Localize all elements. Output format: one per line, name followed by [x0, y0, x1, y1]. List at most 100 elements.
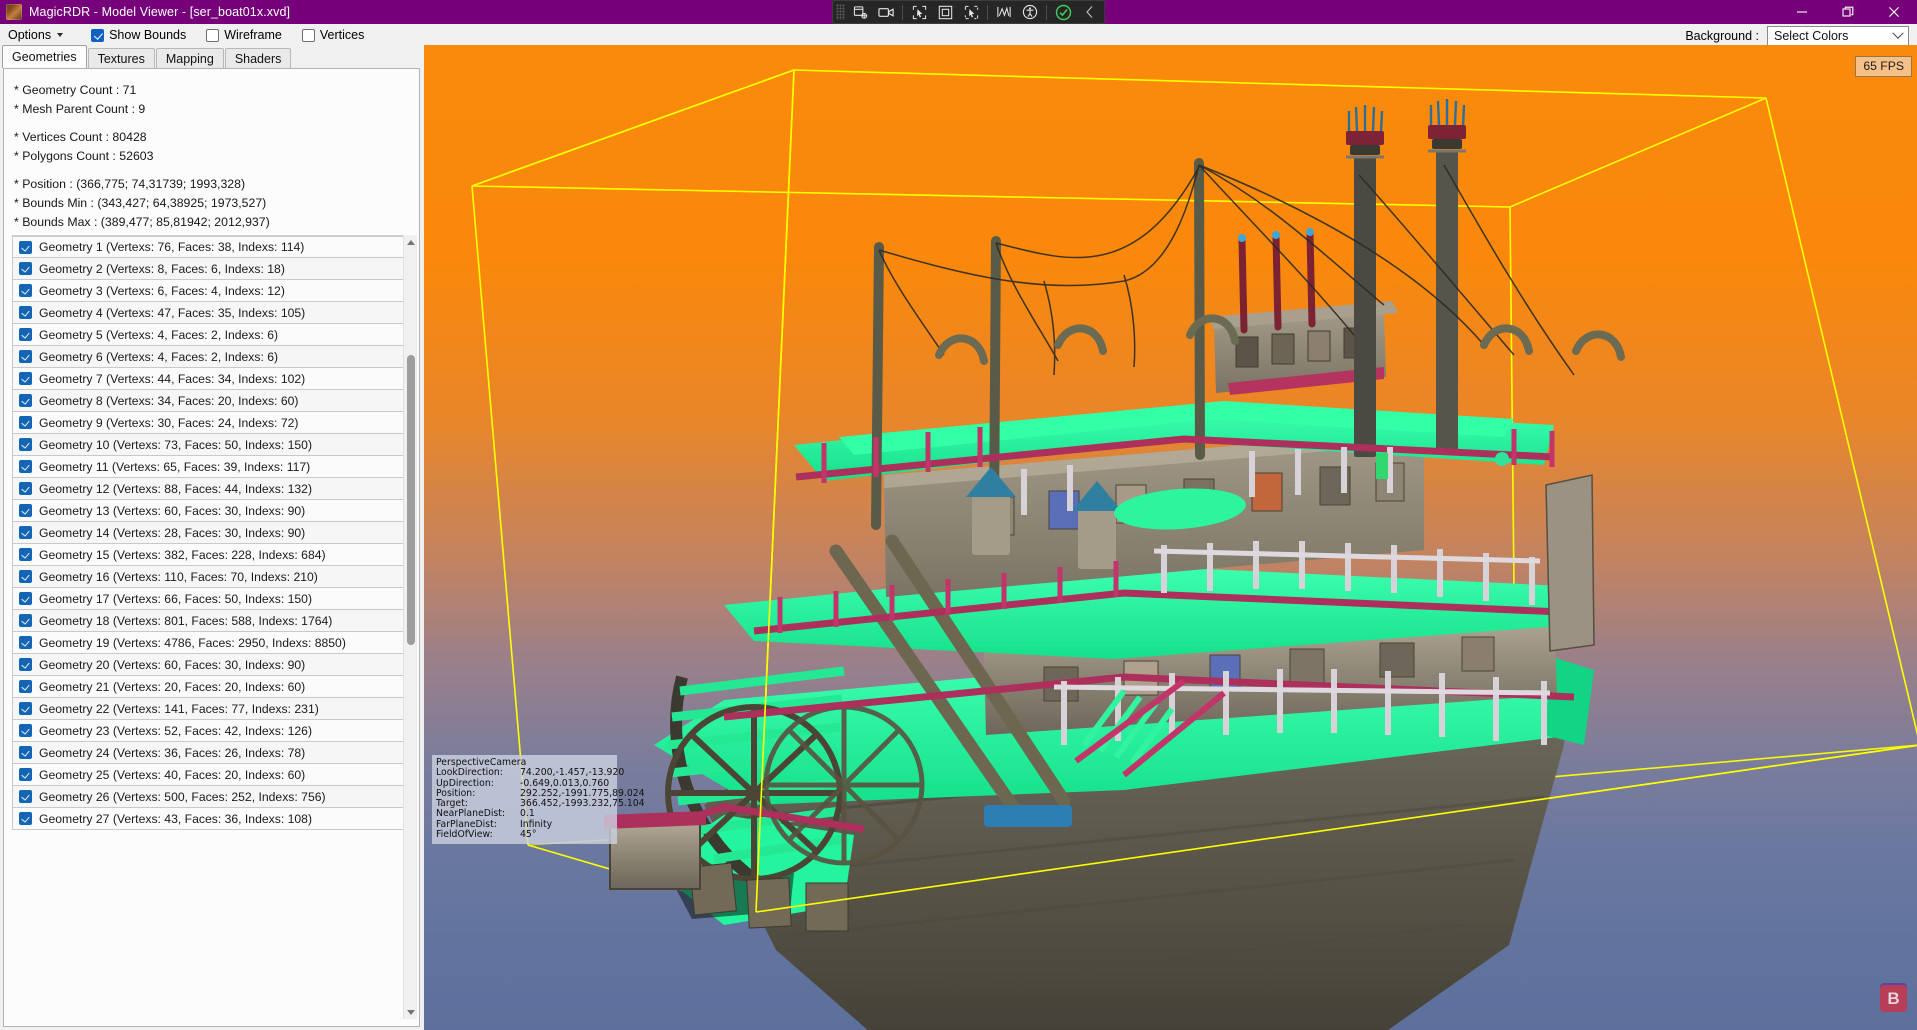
geometry-visibility-checkbox[interactable] — [19, 614, 32, 627]
wireframe-label: Wireframe — [224, 28, 282, 42]
wireframe-checkbox-box[interactable] — [206, 28, 220, 42]
geometry-visibility-checkbox[interactable] — [19, 460, 32, 473]
geometry-visibility-checkbox[interactable] — [19, 306, 32, 319]
geometry-visibility-checkbox[interactable] — [19, 438, 32, 451]
select-region-icon[interactable] — [958, 2, 984, 22]
toolbar-grip-handle[interactable] — [836, 4, 845, 20]
geometry-visibility-checkbox[interactable] — [19, 768, 32, 781]
geometry-list-item[interactable]: Geometry 24 (Vertexs: 36, Faces: 26, Ind… — [12, 742, 412, 764]
geometry-visibility-checkbox[interactable] — [19, 702, 32, 715]
accessibility-icon[interactable] — [1017, 2, 1043, 22]
graph-icon[interactable] — [991, 2, 1017, 22]
scroll-down-arrow-icon[interactable] — [404, 1005, 418, 1019]
geometry-visibility-checkbox[interactable] — [19, 372, 32, 385]
geometry-list-item[interactable]: Geometry 27 (Vertexs: 43, Faces: 36, Ind… — [12, 808, 412, 830]
geometry-list-item[interactable]: Geometry 12 (Vertexs: 88, Faces: 44, Ind… — [12, 478, 412, 500]
geometry-list-item[interactable]: Geometry 19 (Vertexs: 4786, Faces: 2950,… — [12, 632, 412, 654]
geometry-list-item[interactable]: Geometry 16 (Vertexs: 110, Faces: 70, In… — [12, 566, 412, 588]
geometry-list-item[interactable]: Geometry 3 (Vertexs: 6, Faces: 4, Indexs… — [12, 280, 412, 302]
geometry-list-item[interactable]: Geometry 1 (Vertexs: 76, Faces: 38, Inde… — [12, 236, 412, 258]
wireframe-checkbox[interactable]: Wireframe — [206, 28, 282, 42]
geometry-visibility-checkbox[interactable] — [19, 328, 32, 341]
model-viewport-3d[interactable]: 65 FPS PerspectiveCamera LookDirection: … — [424, 45, 1917, 1030]
geometry-list-item[interactable]: Geometry 11 (Vertexs: 65, Faces: 39, Ind… — [12, 456, 412, 478]
tab-geometries[interactable]: Geometries — [2, 45, 87, 68]
geometry-visibility-checkbox[interactable] — [19, 812, 32, 825]
geometry-visibility-checkbox[interactable] — [19, 636, 32, 649]
geometry-visibility-checkbox[interactable] — [19, 262, 32, 275]
geometry-visibility-checkbox[interactable] — [19, 482, 32, 495]
geometry-list-item[interactable]: Geometry 4 (Vertexs: 47, Faces: 35, Inde… — [12, 302, 412, 324]
geometry-list[interactable]: Geometry 1 (Vertexs: 76, Faces: 38, Inde… — [12, 235, 412, 1019]
geometry-list-item[interactable]: Geometry 26 (Vertexs: 500, Faces: 252, I… — [12, 786, 412, 808]
cursor-select-icon[interactable] — [906, 2, 932, 22]
geometry-item-label: Geometry 19 (Vertexs: 4786, Faces: 2950,… — [39, 635, 346, 650]
geometry-visibility-checkbox[interactable] — [19, 746, 32, 759]
checkmark-status-icon[interactable] — [1050, 2, 1076, 22]
geometry-list-item[interactable]: Geometry 13 (Vertexs: 60, Faces: 30, Ind… — [12, 500, 412, 522]
geometry-item-label: Geometry 2 (Vertexs: 8, Faces: 6, Indexs… — [39, 261, 285, 276]
scroll-up-arrow-icon[interactable] — [404, 235, 418, 249]
geometry-visibility-checkbox[interactable] — [19, 548, 32, 561]
select-element-icon[interactable] — [847, 2, 873, 22]
minimize-button[interactable] — [1779, 0, 1825, 24]
geometry-list-item[interactable]: Geometry 15 (Vertexs: 382, Faces: 228, I… — [12, 544, 412, 566]
background-color-select[interactable]: Select Colors — [1767, 26, 1909, 46]
record-video-icon[interactable] — [873, 2, 899, 22]
geometry-visibility-checkbox[interactable] — [19, 724, 32, 737]
geometry-list-scrollbar[interactable] — [403, 235, 417, 1019]
geometry-visibility-checkbox[interactable] — [19, 680, 32, 693]
geometry-item-label: Geometry 23 (Vertexs: 52, Faces: 42, Ind… — [39, 723, 312, 738]
geometry-visibility-checkbox[interactable] — [19, 240, 32, 254]
geometry-visibility-checkbox[interactable] — [19, 394, 32, 407]
geometry-visibility-checkbox[interactable] — [19, 658, 32, 671]
show-bounds-checkbox-box[interactable] — [91, 28, 105, 42]
geometry-list-item[interactable]: Geometry 7 (Vertexs: 44, Faces: 34, Inde… — [12, 368, 412, 390]
geometry-list-item[interactable]: Geometry 25 (Vertexs: 40, Faces: 20, Ind… — [12, 764, 412, 786]
model-stats: * Geometry Count : 71 * Mesh Parent Count… — [4, 69, 419, 238]
geometry-item-label: Geometry 10 (Vertexs: 73, Faces: 50, Ind… — [39, 437, 312, 452]
camera-info-value: 45° — [520, 829, 537, 841]
vertices-checkbox-box[interactable] — [301, 28, 315, 42]
geometry-visibility-checkbox[interactable] — [19, 592, 32, 605]
app-thumbnail-icon — [6, 4, 22, 20]
geometry-list-item[interactable]: Geometry 17 (Vertexs: 66, Faces: 50, Ind… — [12, 588, 412, 610]
geometry-list-item[interactable]: Geometry 8 (Vertexs: 34, Faces: 20, Inde… — [12, 390, 412, 412]
close-button[interactable] — [1871, 0, 1917, 24]
geometry-list-item[interactable]: Geometry 22 (Vertexs: 141, Faces: 77, In… — [12, 698, 412, 720]
geometry-visibility-checkbox[interactable] — [19, 790, 32, 803]
geometry-visibility-checkbox[interactable] — [19, 350, 32, 363]
geometry-list-item[interactable]: Geometry 21 (Vertexs: 20, Faces: 20, Ind… — [12, 676, 412, 698]
geometry-visibility-checkbox[interactable] — [19, 526, 32, 539]
geometry-list-item[interactable]: Geometry 23 (Vertexs: 52, Faces: 42, Ind… — [12, 720, 412, 742]
geometry-item-label: Geometry 16 (Vertexs: 110, Faces: 70, In… — [39, 569, 318, 584]
geometry-list-item[interactable]: Geometry 5 (Vertexs: 4, Faces: 2, Indexs… — [12, 324, 412, 346]
tab-textures[interactable]: Textures — [87, 48, 155, 69]
geometry-item-label: Geometry 20 (Vertexs: 60, Faces: 30, Ind… — [39, 657, 306, 672]
chevron-down-icon — [57, 33, 64, 37]
options-menu-button[interactable]: Options — [0, 24, 71, 46]
show-bounds-checkbox[interactable]: Show Bounds — [91, 28, 186, 42]
dev-overlay-toolbar[interactable] — [832, 0, 1105, 24]
tab-mapping[interactable]: Mapping — [155, 48, 224, 69]
geometry-list-item[interactable]: Geometry 10 (Vertexs: 73, Faces: 50, Ind… — [12, 434, 412, 456]
model-render-canvas[interactable] — [424, 45, 1917, 1030]
vertices-checkbox[interactable]: Vertices — [301, 28, 364, 42]
geometry-list-item[interactable]: Geometry 9 (Vertexs: 30, Faces: 24, Inde… — [12, 412, 412, 434]
geometry-list-item[interactable]: Geometry 14 (Vertexs: 28, Faces: 30, Ind… — [12, 522, 412, 544]
geometry-list-item[interactable]: Geometry 2 (Vertexs: 8, Faces: 6, Indexs… — [12, 258, 412, 280]
geometry-list-item[interactable]: Geometry 18 (Vertexs: 801, Faces: 588, I… — [12, 610, 412, 632]
geometry-visibility-checkbox[interactable] — [19, 284, 32, 297]
geometry-list-item[interactable]: Geometry 6 (Vertexs: 4, Faces: 2, Indexs… — [12, 346, 412, 368]
geometry-list-item[interactable]: Geometry 20 (Vertexs: 60, Faces: 30, Ind… — [12, 654, 412, 676]
tab-shaders[interactable]: Shaders — [224, 48, 292, 69]
tab-shaders-label: Shaders — [234, 52, 282, 66]
restore-button[interactable] — [1825, 0, 1871, 24]
geometry-visibility-checkbox[interactable] — [19, 504, 32, 517]
geometry-item-label: Geometry 22 (Vertexs: 141, Faces: 77, In… — [39, 701, 319, 716]
geometry-visibility-checkbox[interactable] — [19, 570, 32, 583]
scrollbar-thumb[interactable] — [407, 355, 415, 645]
square-outline-icon[interactable] — [932, 2, 958, 22]
collapse-chevron-icon[interactable] — [1076, 2, 1102, 22]
geometry-visibility-checkbox[interactable] — [19, 416, 32, 429]
